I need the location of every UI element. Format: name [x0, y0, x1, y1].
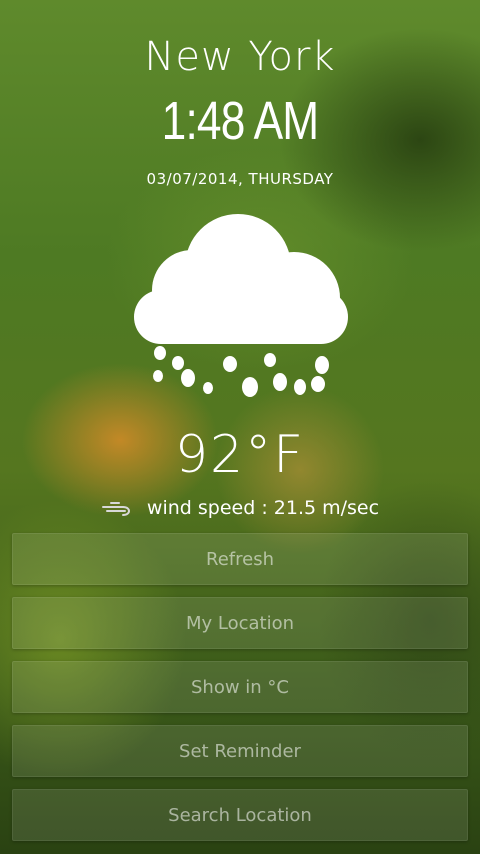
- my-location-button[interactable]: My Location: [12, 597, 468, 649]
- wind-speed-text: wind speed : 21.5 m/sec: [146, 497, 380, 519]
- wind-info: wind speed : 21.5 m/sec: [0, 497, 480, 519]
- temperature: 92°F: [174, 425, 306, 485]
- set-reminder-button[interactable]: Set Reminder: [12, 725, 468, 777]
- current-time: 1:48 AM: [161, 91, 320, 151]
- current-date: 03/07/2014, THURSDAY: [146, 170, 334, 188]
- show-celsius-button[interactable]: Show in °C: [12, 661, 468, 713]
- cloud-rain-icon: [130, 212, 350, 407]
- refresh-button[interactable]: Refresh: [12, 533, 468, 585]
- search-location-button[interactable]: Search Location: [12, 789, 468, 841]
- wind-icon: [101, 502, 130, 516]
- city-name: New York: [144, 34, 336, 80]
